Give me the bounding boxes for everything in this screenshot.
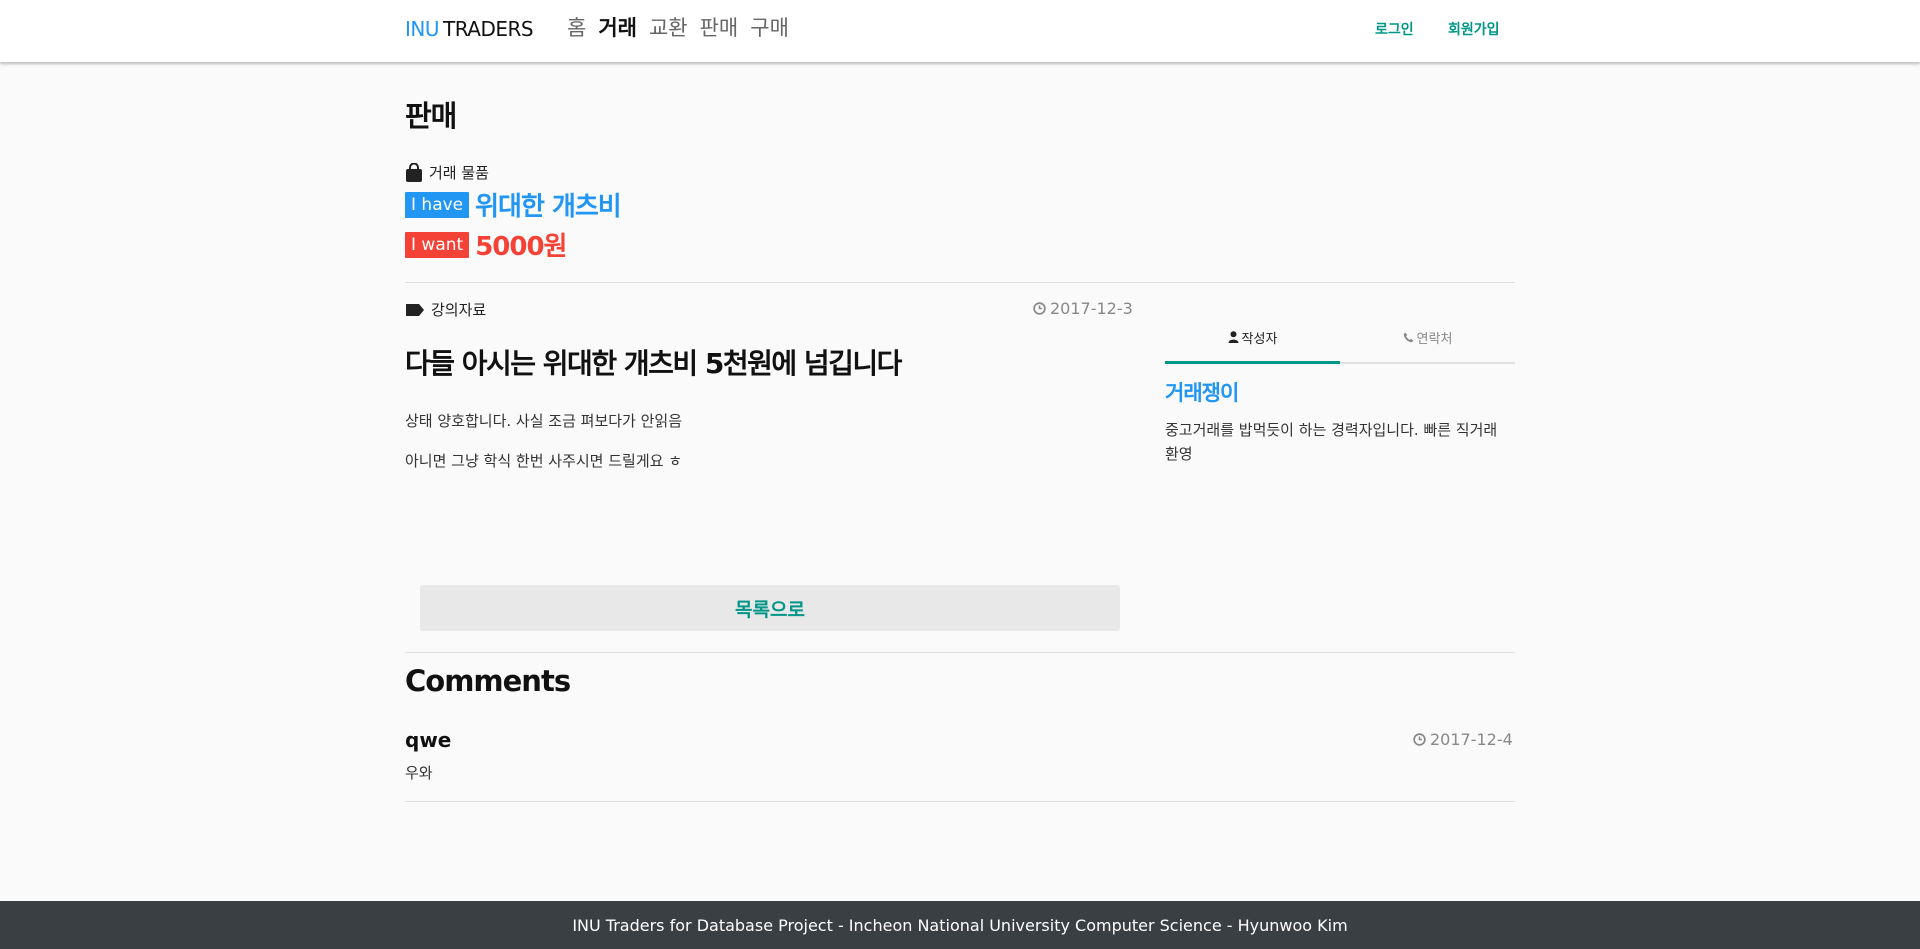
seller-tabs: 작성자 연락처 — [1165, 310, 1515, 364]
comment-text: 우와 — [405, 764, 433, 782]
phone-icon — [1403, 332, 1413, 342]
post-body-line: 아니면 그냥 학식 한번 사주시면 드릴게요 ㅎ — [405, 452, 683, 470]
want-badge: I want — [405, 231, 470, 258]
main-nav: 홈 거래 교환 판매 구매 — [567, 12, 801, 42]
tab-author[interactable]: 작성자 — [1165, 310, 1340, 364]
shopping-bag-icon — [406, 162, 422, 182]
user-icon — [1228, 331, 1239, 343]
footer: INU Traders for Database Project - Inche… — [0, 901, 1920, 949]
page-title: 판매 — [405, 99, 457, 133]
brand-text: TRADERS — [443, 17, 534, 41]
brand-accent: INU — [405, 17, 440, 41]
post-category-label: 강의자료 — [431, 301, 487, 319]
comments-title: Comments — [405, 664, 571, 698]
post-title: 다들 아시는 위대한 개츠비 5천원에 넘깁니다 — [405, 347, 902, 380]
brand-logo[interactable]: INU TRADERS — [405, 17, 534, 41]
seller-name: 거래쟁이 — [1165, 381, 1239, 405]
want-row: I want 5000원 — [405, 226, 567, 263]
post-date: 2017-12-3 — [1033, 299, 1133, 318]
nav-exchange[interactable]: 교환 — [649, 12, 688, 42]
want-value: 5000원 — [475, 232, 567, 262]
have-value: 위대한 개츠비 — [475, 192, 622, 222]
nav-home[interactable]: 홈 — [567, 12, 586, 42]
active-tab-indicator — [1165, 361, 1340, 364]
item-heading-label: 거래 물품 — [429, 164, 489, 182]
nav-sell[interactable]: 판매 — [700, 12, 739, 42]
top-navbar: INU TRADERS 홈 거래 교환 판매 구매 로그인 회원가입 — [0, 0, 1920, 62]
tab-contact[interactable]: 연락처 — [1340, 310, 1515, 364]
back-to-list-button[interactable]: 목록으로 — [420, 585, 1120, 631]
item-heading: 거래 물품 — [405, 162, 489, 183]
post-body-line: 상태 양호합니다. 사실 조금 펴보다가 안읽음 — [405, 412, 683, 430]
clock-icon — [1413, 733, 1426, 746]
signup-link[interactable]: 회원가입 — [1448, 19, 1500, 39]
post-category: 강의자료 — [405, 299, 486, 320]
have-badge: I have — [405, 191, 470, 218]
nav-trade[interactable]: 거래 — [598, 12, 637, 42]
divider — [405, 652, 1515, 653]
footer-text: INU Traders for Database Project - Inche… — [572, 915, 1348, 935]
divider — [405, 282, 1515, 283]
login-link[interactable]: 로그인 — [1375, 19, 1414, 39]
tab-author-label: 작성자 — [1241, 331, 1278, 347]
tab-contact-label: 연락처 — [1416, 331, 1453, 347]
clock-icon — [1033, 302, 1046, 315]
comment-author: qwe — [405, 728, 452, 752]
comment-date: 2017-12-4 — [1413, 730, 1513, 749]
comment-date-text: 2017-12-4 — [1430, 730, 1513, 749]
divider — [405, 801, 1515, 802]
seller-description: 중고거래를 밥먹듯이 하는 경력자입니다. 빠른 직거래 환영 — [1165, 421, 1498, 463]
post-date-text: 2017-12-3 — [1050, 299, 1133, 318]
have-row: I have 위대한 개츠비 — [405, 186, 622, 223]
tag-icon — [406, 303, 424, 316]
nav-buy[interactable]: 구매 — [750, 12, 789, 42]
